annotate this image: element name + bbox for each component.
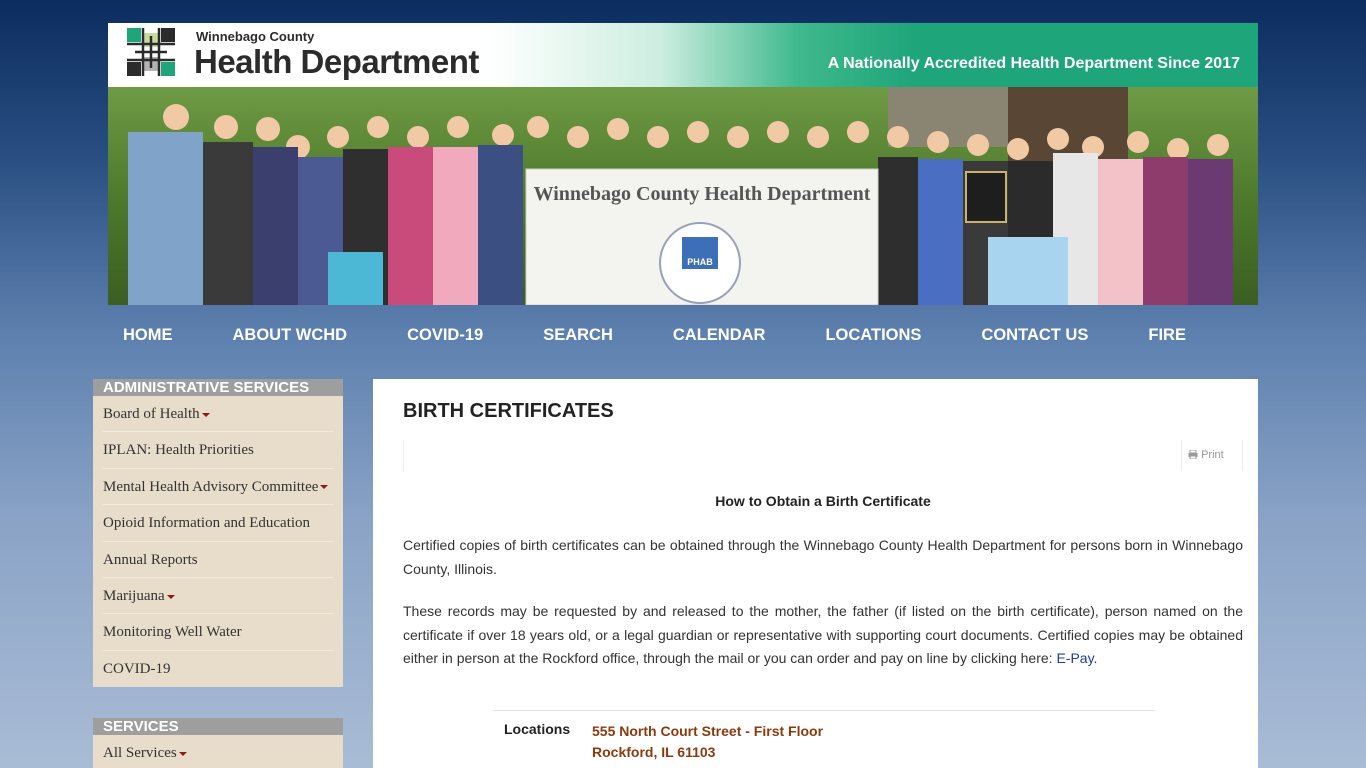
org-name-top: Winnebago County	[196, 29, 315, 44]
dropdown-caret-icon	[166, 594, 175, 599]
article-toolbar: Print	[403, 440, 1243, 471]
print-button[interactable]: Print	[1181, 440, 1242, 471]
sidebar-item-label: COVID-19	[103, 660, 171, 677]
address-line-2: Rockford, IL 61103	[592, 744, 716, 760]
org-name-main[interactable]: Health Department	[194, 43, 479, 81]
sidebar-services-list: All Services	[93, 735, 343, 768]
nav-locations[interactable]: LOCATIONS	[810, 318, 936, 352]
sidebar-item-board-of-health[interactable]: Board of Health	[103, 396, 333, 433]
print-label: Print	[1201, 449, 1224, 461]
nav-about-wchd[interactable]: ABOUT WCHD	[218, 318, 363, 352]
sidebar-services-title: SERVICES	[93, 718, 343, 735]
sidebar-item-label: Monitoring Well Water	[103, 624, 242, 641]
section-subheading: How to Obtain a Birth Certificate	[715, 493, 931, 509]
sidebar-item-label: IPLAN: Health Priorities	[103, 442, 254, 459]
nav-search[interactable]: SEARCH	[528, 318, 628, 352]
epay-link[interactable]: E-Pay	[1056, 650, 1093, 666]
sidebar-item-opioid-information[interactable]: Opioid Information and Education	[103, 505, 333, 542]
page-title: BIRTH CERTIFICATES	[403, 400, 614, 422]
sidebar-item-all-services[interactable]: All Services	[103, 735, 333, 768]
dropdown-caret-icon	[201, 412, 210, 417]
main-navigation: HOME ABOUT WCHD COVID-19 SEARCH CALENDAR…	[108, 318, 1258, 352]
sidebar-item-label: Annual Reports	[103, 551, 198, 568]
site-header-banner: Winnebago County Health Department A Nat…	[108, 23, 1258, 87]
sidebar-item-monitoring-well-water[interactable]: Monitoring Well Water	[103, 614, 333, 651]
phab-seal-text: PHAB	[687, 257, 713, 267]
sidebar-item-mental-health-advisory[interactable]: Mental Health Advisory Committee	[103, 469, 333, 506]
address-line-1: 555 North Court Street - First Floor	[592, 723, 824, 739]
eligibility-paragraph: These records may be requested by and re…	[403, 600, 1243, 671]
locations-divider	[493, 710, 1155, 711]
sidebar-item-annual-reports[interactable]: Annual Reports	[103, 542, 333, 578]
sidebar-item-label: Mental Health Advisory Committee	[103, 478, 319, 495]
locations-label: Locations	[504, 721, 571, 737]
nav-contact-us[interactable]: CONTACT US	[966, 318, 1103, 352]
sidebar-services: SERVICES All Services	[93, 718, 343, 768]
sidebar-admin-services: ADMINISTRATIVE SERVICES Board of Health …	[93, 379, 343, 688]
sidebar-admin-list: Board of Health IPLAN: Health Priorities…	[93, 396, 343, 688]
nav-home[interactable]: HOME	[108, 318, 188, 352]
sidebar-admin-title: ADMINISTRATIVE SERVICES	[93, 379, 343, 396]
intro-paragraph: Certified copies of birth certificates c…	[403, 537, 1243, 577]
nav-calendar[interactable]: CALENDAR	[658, 318, 781, 352]
sidebar-item-label: Marijuana	[103, 587, 165, 604]
dropdown-caret-icon	[320, 485, 329, 490]
staff-group-photo: Winnebago County Health Department PHAB	[108, 87, 1258, 305]
nav-fire[interactable]: FIRE	[1133, 318, 1201, 352]
sidebar-item-label: Opioid Information and Education	[103, 515, 311, 532]
sidebar-item-marijuana[interactable]: Marijuana	[103, 578, 333, 615]
office-address: 555 North Court Street - First Floor Roc…	[592, 721, 823, 763]
banner-caption: Winnebago County Health Department	[534, 183, 871, 205]
sidebar-item-label: Board of Health	[103, 406, 200, 422]
dropdown-caret-icon	[178, 751, 187, 756]
wchd-logo-icon[interactable]	[127, 28, 175, 76]
sidebar-item-iplan[interactable]: IPLAN: Health Priorities	[103, 432, 333, 469]
main-content: BIRTH CERTIFICATES Print How to Obtain a…	[373, 379, 1258, 768]
sidebar-item-covid-19[interactable]: COVID-19	[103, 651, 333, 687]
printer-icon	[1188, 449, 1198, 460]
nav-covid-19[interactable]: COVID-19	[392, 318, 498, 352]
eligibility-text: These records may be requested by and re…	[403, 603, 1243, 666]
sidebar-item-label: All Services	[103, 745, 177, 761]
accreditation-tagline: A Nationally Accredited Health Departmen…	[827, 55, 1240, 72]
eligibility-text-end: .	[1093, 650, 1098, 666]
